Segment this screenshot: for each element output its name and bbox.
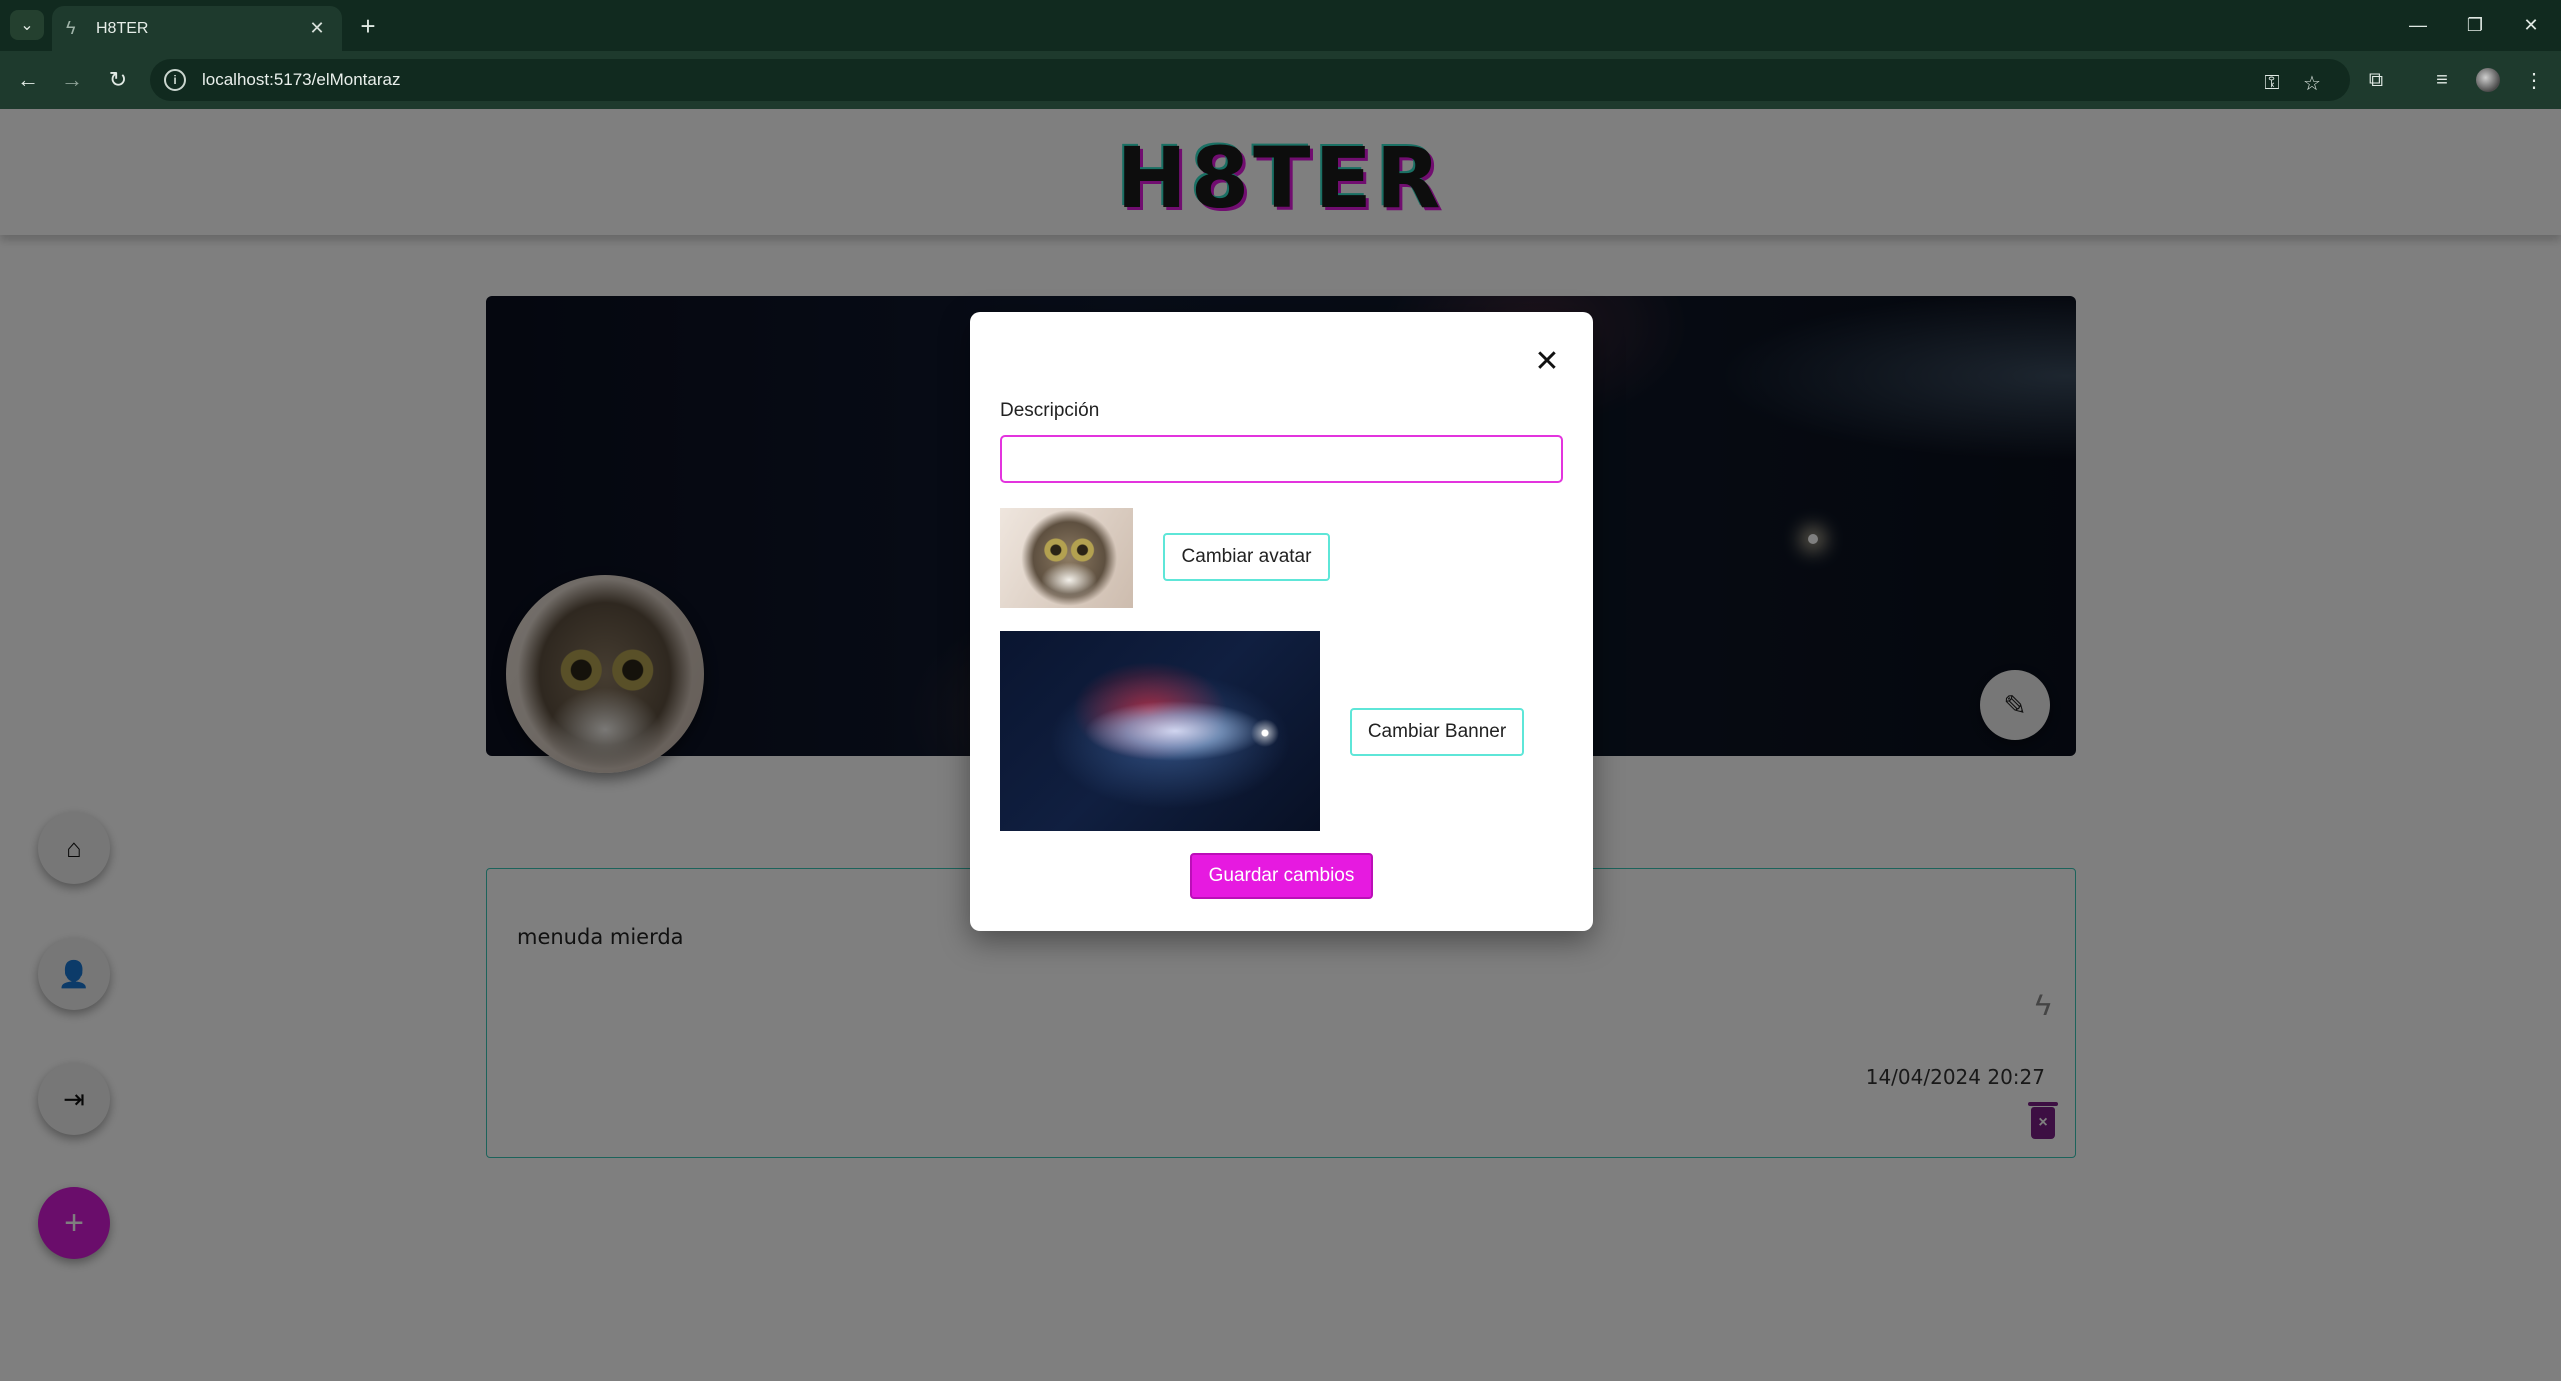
browser-toolbar: ← → ↻ i localhost:5173/elMontaraz ⚿ ☆ ⧉ … [0, 51, 2561, 109]
minimize-icon[interactable]: — [2393, 10, 2443, 40]
description-label: Descripción [1000, 400, 1100, 421]
chevron-down-icon: ⌄ [20, 17, 34, 34]
star-icon[interactable]: ☆ [2296, 67, 2328, 99]
url-text: localhost:5173/elMontaraz [202, 70, 401, 89]
avatar-preview [1000, 508, 1133, 608]
address-bar[interactable]: i localhost:5173/elMontaraz ⚿ ☆ [150, 59, 2350, 101]
forward-icon[interactable]: → [56, 64, 88, 96]
reload-icon[interactable]: ↻ [102, 64, 134, 96]
banner-preview [1000, 631, 1320, 831]
browser-tab[interactable]: ϟ H8TER ✕ [52, 6, 342, 51]
change-avatar-button[interactable]: Cambiar avatar [1163, 533, 1330, 581]
tab-title: H8TER [96, 19, 149, 37]
media-icon[interactable]: ≡ [2426, 64, 2458, 96]
restore-icon[interactable]: ❐ [2450, 10, 2500, 40]
password-key-icon[interactable]: ⚿ [2256, 67, 2288, 99]
extensions-icon[interactable]: ⧉ [2360, 64, 2392, 96]
tab-close-icon[interactable]: ✕ [306, 18, 328, 39]
tab-search-button[interactable]: ⌄ [10, 10, 44, 40]
favicon-bolt-icon: ϟ [66, 18, 76, 38]
edit-profile-modal: ✕ Descripción Cambiar avatar Cambiar Ban… [970, 312, 1593, 931]
back-icon[interactable]: ← [12, 64, 44, 96]
menu-icon[interactable]: ⋮ [2518, 64, 2550, 96]
new-tab-button[interactable]: + [352, 10, 384, 42]
save-changes-button[interactable]: Guardar cambios [1190, 853, 1373, 899]
change-banner-button[interactable]: Cambiar Banner [1350, 708, 1524, 756]
info-icon[interactable]: i [164, 69, 186, 91]
close-icon[interactable]: ✕ [1530, 344, 1564, 378]
browser-tabbar: ⌄ ϟ H8TER ✕ + — ❐ ✕ [0, 0, 2561, 51]
window-close-icon[interactable]: ✕ [2506, 10, 2556, 40]
description-input[interactable] [1000, 435, 1563, 483]
profile-icon[interactable] [2472, 64, 2504, 96]
